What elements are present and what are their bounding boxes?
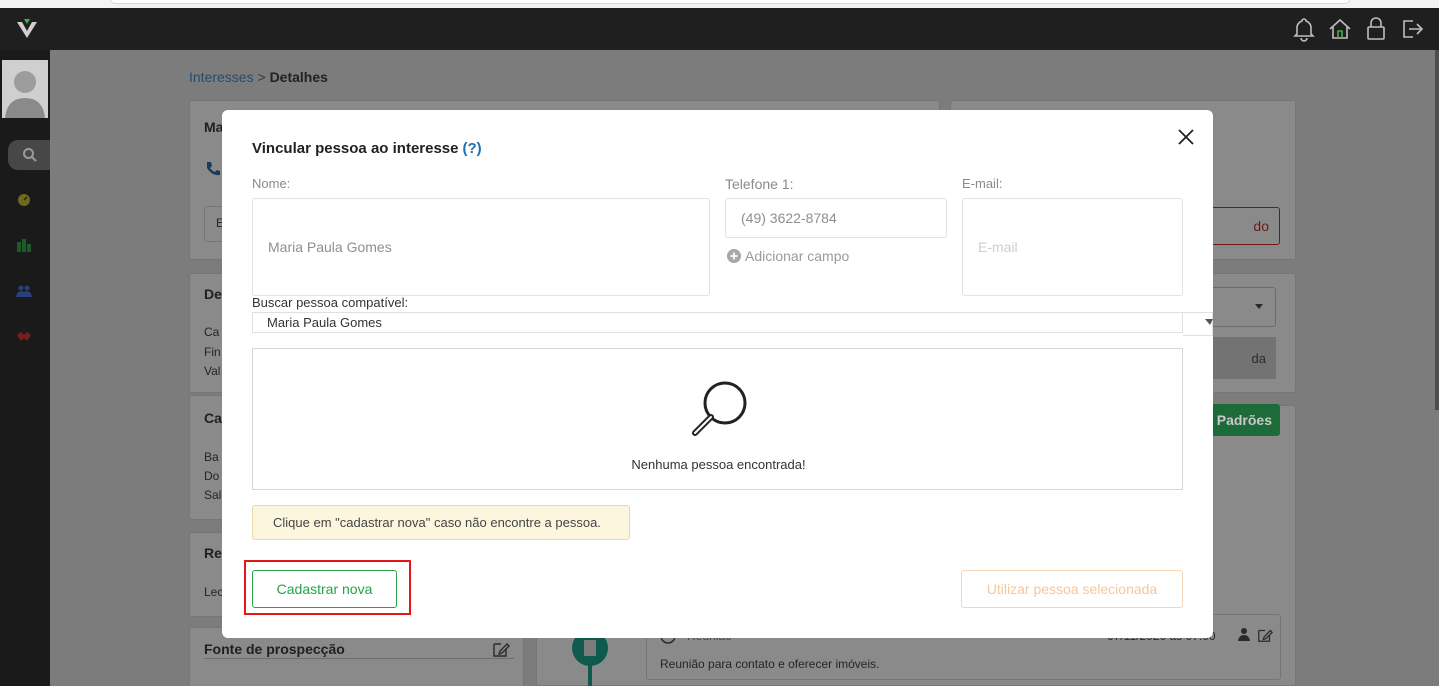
hint-box: Clique em "cadastrar nova" caso não enco…: [252, 505, 630, 540]
browser-strip: [0, 0, 1439, 8]
search-label: Buscar pessoa compatível:: [252, 295, 409, 310]
bg-card-details-title: De: [204, 286, 222, 302]
lock-icon[interactable]: [1363, 16, 1389, 42]
add-field-label: Adicionar campo: [745, 248, 850, 264]
breadcrumb-link[interactable]: Interesses: [189, 69, 254, 85]
bg-char-line-2: Do: [204, 469, 220, 483]
bg-card-source-title: Fonte de prospecção: [204, 641, 345, 657]
dashboard-icon[interactable]: [16, 192, 32, 206]
bg-green-button: Padrões: [1208, 404, 1280, 436]
bg-char-line-1: Ba: [204, 450, 219, 464]
name-label: Nome:: [252, 176, 291, 191]
link-person-modal: Vincular pessoa ao interesse (?) Nome: Ma…: [222, 110, 1213, 638]
modal-title: Vincular pessoa ao interesse (?): [252, 140, 482, 157]
sidebar-search[interactable]: [8, 140, 56, 170]
bg-card-main-title: Ma: [204, 119, 224, 135]
breadcrumb-current: Detalhes: [269, 69, 328, 85]
users-icon[interactable]: [16, 284, 32, 298]
bg-divider: [204, 658, 514, 659]
bg-card-char-title: Ca: [204, 410, 222, 426]
plus-circle-icon: [727, 249, 741, 263]
name-field[interactable]: Maria Paula Gomes: [252, 198, 710, 296]
top-bar: [0, 8, 1439, 50]
breadcrumb-separator: >: [257, 69, 266, 85]
breadcrumb: Interesses > Detalhes: [189, 69, 328, 85]
bg-detail-line-2: Fin: [204, 345, 221, 359]
search-icon: [23, 148, 37, 162]
v-logo-icon[interactable]: [14, 16, 40, 42]
bg-detail-line-3: Val: [204, 364, 221, 378]
phone-label: Telefone 1:: [725, 176, 794, 192]
home-icon[interactable]: [1327, 16, 1353, 42]
close-icon[interactable]: [1175, 126, 1197, 148]
register-new-button[interactable]: Cadastrar nova: [252, 570, 397, 608]
page-scrollbar[interactable]: [1435, 50, 1439, 410]
logout-icon[interactable]: [1399, 16, 1425, 42]
handshake-icon[interactable]: [16, 330, 32, 344]
phone-field[interactable]: (49) 3622-8784: [725, 198, 947, 238]
caret-down-icon: [1205, 319, 1213, 325]
bell-icon[interactable]: [1291, 16, 1317, 42]
search-dropdown-toggle[interactable]: [1183, 312, 1213, 336]
caret-down-icon: [1255, 304, 1263, 309]
avatar[interactable]: [2, 60, 48, 118]
person-icon: [1238, 628, 1250, 641]
top-icons: [1291, 16, 1425, 42]
bg-char-line-3: Sal: [204, 488, 222, 502]
left-sidebar: [0, 50, 56, 686]
edit-icon[interactable]: [1257, 627, 1273, 643]
results-box: Nenhuma pessoa encontrada!: [252, 348, 1183, 490]
modal-title-text: Vincular pessoa ao interesse: [252, 140, 459, 157]
document-icon: [584, 640, 596, 656]
bg-activity-text: Reunião para contato e oferecer imóveis.: [660, 657, 880, 671]
bg-detail-line-1: Ca: [204, 325, 220, 339]
use-selected-person-button[interactable]: Utilizar pessoa selecionada: [961, 570, 1183, 608]
add-field-link[interactable]: Adicionar campo: [727, 248, 849, 264]
no-result-message: Nenhuma pessoa encontrada!: [631, 457, 806, 472]
email-label: E-mail:: [962, 176, 1003, 191]
bg-card-resp-title: Re: [204, 545, 222, 561]
bg-resp-line: Lec: [204, 585, 224, 599]
search-person-input[interactable]: Maria Paula Gomes: [252, 312, 1183, 333]
phone-icon: [207, 162, 220, 176]
timeline-line: [588, 662, 592, 686]
magnifier-icon: [692, 381, 747, 436]
browser-address-pill: [110, 0, 1350, 4]
buildings-icon[interactable]: [16, 238, 32, 252]
email-field[interactable]: E-mail: [962, 198, 1183, 296]
edit-icon[interactable]: [492, 640, 510, 658]
help-link[interactable]: (?): [463, 140, 482, 157]
